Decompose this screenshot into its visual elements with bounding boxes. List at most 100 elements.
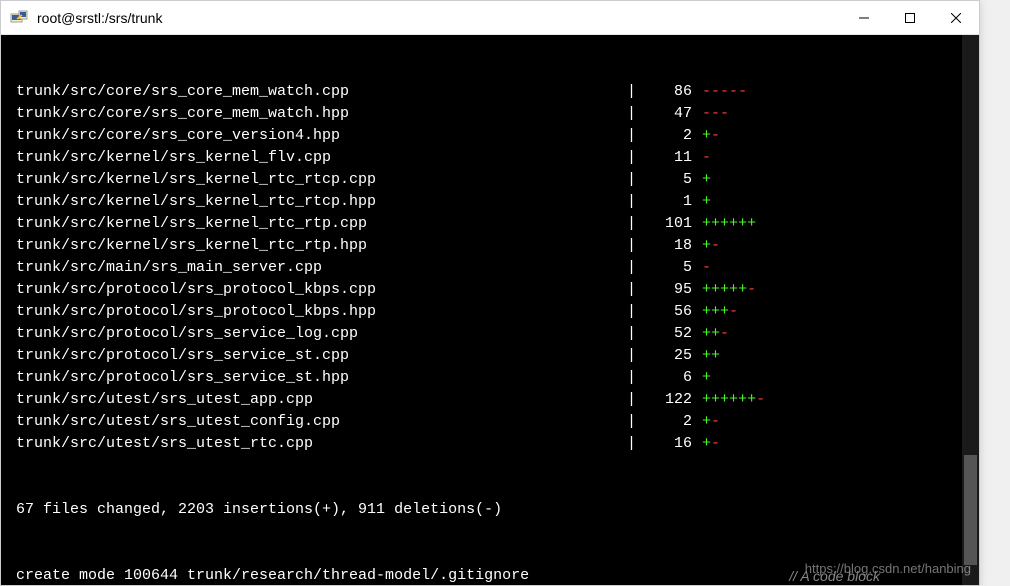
diff-path: trunk/src/kernel/srs_kernel_rtc_rtp.hpp — [7, 235, 627, 257]
pipe-separator: | — [627, 213, 642, 235]
diff-summary: 67 files changed, 2203 insertions(+), 91… — [7, 499, 973, 521]
scrollbar[interactable] — [962, 35, 979, 585]
terminal-body[interactable]: trunk/src/core/srs_core_mem_watch.cpp|86… — [1, 35, 979, 585]
plus-icon: + — [702, 369, 711, 386]
diff-bar: - — [702, 147, 711, 169]
minimize-button[interactable] — [841, 2, 887, 34]
plus-icon: + — [702, 391, 711, 408]
pipe-separator: | — [627, 323, 642, 345]
diff-count: 101 — [642, 213, 692, 235]
plus-icon: + — [711, 325, 720, 342]
diff-path: trunk/src/protocol/srs_protocol_kbps.cpp — [7, 279, 627, 301]
diff-row: trunk/src/core/srs_core_mem_watch.hpp|47… — [7, 103, 973, 125]
plus-icon: + — [702, 215, 711, 232]
spacer — [692, 389, 702, 411]
diff-row: trunk/src/kernel/srs_kernel_rtc_rtp.cpp|… — [7, 213, 973, 235]
plus-icon: + — [702, 325, 711, 342]
plus-icon: + — [720, 215, 729, 232]
minus-icon: - — [711, 237, 720, 254]
diff-row: trunk/src/utest/srs_utest_rtc.cpp|16 +- — [7, 433, 973, 455]
diff-count: 5 — [642, 257, 692, 279]
plus-icon: + — [720, 391, 729, 408]
diff-count: 47 — [642, 103, 692, 125]
diff-bar: - — [702, 257, 711, 279]
diff-bar: + — [702, 367, 711, 389]
minus-icon: - — [738, 83, 747, 100]
pipe-separator: | — [627, 169, 642, 191]
pipe-separator: | — [627, 301, 642, 323]
plus-icon: + — [711, 347, 720, 364]
minus-icon: - — [729, 83, 738, 100]
diff-count: 52 — [642, 323, 692, 345]
spacer — [692, 257, 702, 279]
pipe-separator: | — [627, 235, 642, 257]
plus-icon: + — [729, 391, 738, 408]
diff-row: trunk/src/protocol/srs_service_st.hpp|6 … — [7, 367, 973, 389]
spacer — [692, 411, 702, 433]
spacer — [692, 169, 702, 191]
pipe-separator: | — [627, 103, 642, 125]
diff-row: trunk/src/protocol/srs_service_log.cpp|5… — [7, 323, 973, 345]
diff-bar: +++- — [702, 301, 738, 323]
diff-row: trunk/src/kernel/srs_kernel_rtc_rtcp.cpp… — [7, 169, 973, 191]
diff-count: 1 — [642, 191, 692, 213]
minus-icon: - — [702, 83, 711, 100]
plus-icon: + — [702, 281, 711, 298]
diff-path: trunk/src/protocol/srs_service_st.cpp — [7, 345, 627, 367]
minus-icon: - — [702, 105, 711, 122]
plus-icon: + — [738, 215, 747, 232]
diff-path: trunk/src/utest/srs_utest_rtc.cpp — [7, 433, 627, 455]
diff-bar: ++++++ — [702, 213, 756, 235]
diff-path: trunk/src/kernel/srs_kernel_rtc_rtp.cpp — [7, 213, 627, 235]
plus-icon: + — [747, 391, 756, 408]
spacer — [692, 213, 702, 235]
close-button[interactable] — [933, 2, 979, 34]
plus-icon: + — [702, 193, 711, 210]
scrollbar-thumb[interactable] — [964, 455, 977, 565]
window-title: root@srstl:/srs/trunk — [37, 10, 841, 26]
pipe-separator: | — [627, 433, 642, 455]
spacer — [692, 103, 702, 125]
diff-count: 11 — [642, 147, 692, 169]
minus-icon: - — [711, 83, 720, 100]
diff-row: trunk/src/protocol/srs_protocol_kbps.cpp… — [7, 279, 973, 301]
pipe-separator: | — [627, 147, 642, 169]
diff-count: 2 — [642, 411, 692, 433]
spacer — [692, 147, 702, 169]
plus-icon: + — [720, 281, 729, 298]
titlebar: root@srstl:/srs/trunk — [1, 1, 979, 35]
diff-bar: +++++- — [702, 279, 756, 301]
diff-row: trunk/src/main/srs_main_server.cpp|5 - — [7, 257, 973, 279]
window-controls — [841, 2, 979, 34]
pipe-separator: | — [627, 81, 642, 103]
minus-icon: - — [756, 391, 765, 408]
diff-bar: + — [702, 169, 711, 191]
diff-count: 95 — [642, 279, 692, 301]
plus-icon: + — [738, 281, 747, 298]
minus-icon: - — [711, 105, 720, 122]
plus-icon: + — [702, 413, 711, 430]
diff-path: trunk/src/kernel/srs_kernel_rtc_rtcp.cpp — [7, 169, 627, 191]
diff-path: trunk/src/utest/srs_utest_config.cpp — [7, 411, 627, 433]
maximize-button[interactable] — [887, 2, 933, 34]
minus-icon: - — [702, 149, 711, 166]
diff-count: 86 — [642, 81, 692, 103]
plus-icon: + — [702, 237, 711, 254]
pipe-separator: | — [627, 411, 642, 433]
spacer — [692, 279, 702, 301]
minus-icon: - — [747, 281, 756, 298]
minus-icon: - — [729, 303, 738, 320]
plus-icon: + — [729, 215, 738, 232]
terminal-window: root@srstl:/srs/trunk trunk/src/core/srs… — [0, 0, 980, 586]
pipe-separator: | — [627, 345, 642, 367]
diff-bar: +- — [702, 433, 720, 455]
diff-bar: +- — [702, 411, 720, 433]
diff-row: trunk/src/kernel/srs_kernel_flv.cpp|11 - — [7, 147, 973, 169]
diff-count: 122 — [642, 389, 692, 411]
diff-count: 16 — [642, 433, 692, 455]
diff-path: trunk/src/protocol/srs_protocol_kbps.hpp — [7, 301, 627, 323]
diff-path: trunk/src/kernel/srs_kernel_rtc_rtcp.hpp — [7, 191, 627, 213]
minus-icon: - — [720, 83, 729, 100]
diff-count: 2 — [642, 125, 692, 147]
diff-path: trunk/src/core/srs_core_version4.hpp — [7, 125, 627, 147]
